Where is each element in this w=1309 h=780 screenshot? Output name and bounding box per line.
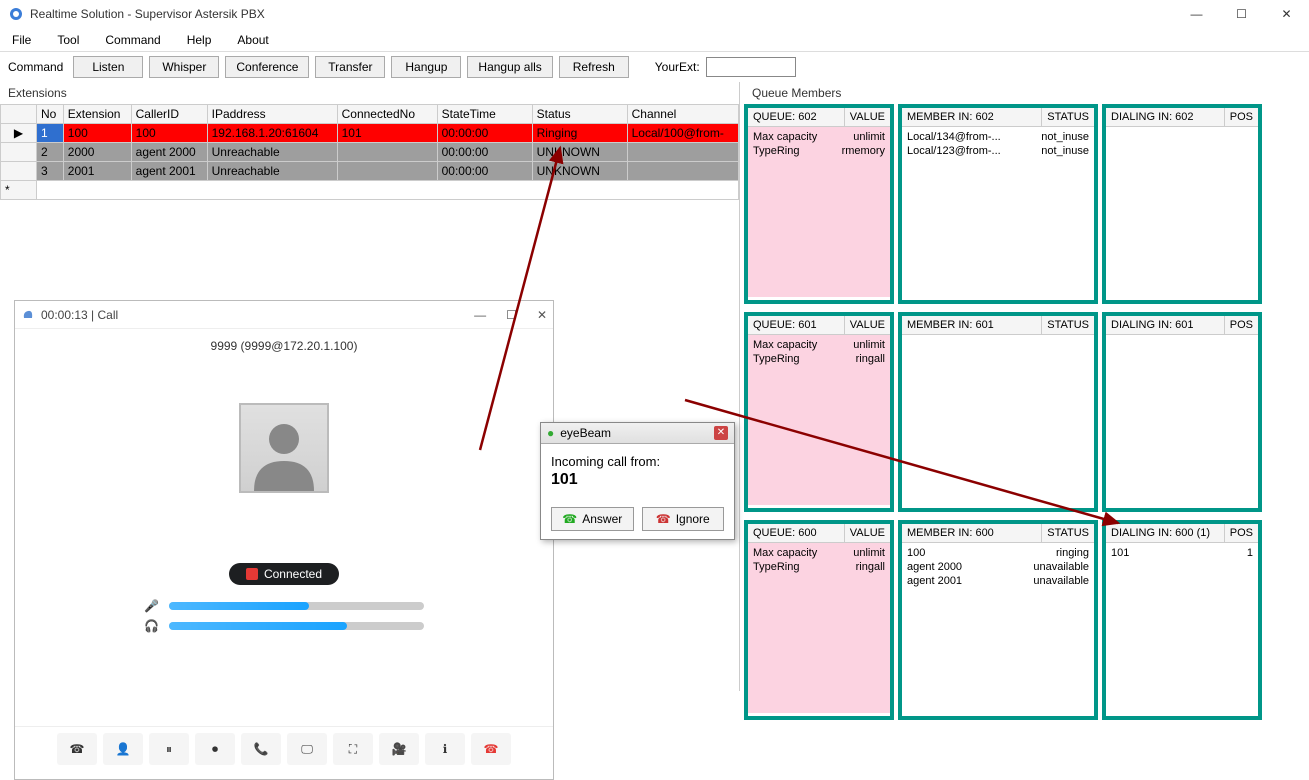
transfer-button[interactable]: Transfer [315,56,385,78]
ignore-button[interactable]: ☎Ignore [642,507,725,531]
queue-members-label: Queue Members [744,82,1305,104]
queue-panel: QUEUE: 601VALUEMax capacityunlimitTypeRi… [744,312,1305,512]
col-channel[interactable]: Channel [627,105,738,124]
dialpad-button[interactable]: ☎ [57,733,97,765]
screen-share-button[interactable]: 🖵 [287,733,327,765]
app-icon [8,6,24,22]
close-button[interactable]: ✕ [1264,0,1309,28]
col-callerid[interactable]: CallerID [131,105,207,124]
hangup-button[interactable]: Hangup [391,56,461,78]
record-button[interactable]: ⏺ [195,733,235,765]
lock-icon [246,568,258,580]
info-button[interactable]: ℹ [425,733,465,765]
connected-badge: Connected [229,563,339,585]
transfer-call-button[interactable]: 📞 [241,733,281,765]
mic-slider[interactable] [169,602,424,610]
speaker-slider[interactable] [169,622,424,630]
softphone-icon [21,308,35,322]
command-toolbar: Command Listen Whisper Conference Transf… [0,52,1309,82]
hangup-alls-button[interactable]: Hangup alls [467,56,552,78]
yourext-input[interactable] [706,57,796,77]
incoming-label: Incoming call from: [551,454,724,469]
menu-about[interactable]: About [233,31,272,49]
softphone-max-button[interactable]: ☐ [506,308,517,322]
table-row[interactable]: 32001agent 2001Unreachable00:00:00UNKNOW… [1,162,739,181]
answer-button[interactable]: ☎Answer [551,507,634,531]
mic-icon: 🎤 [144,599,159,613]
col-extension[interactable]: Extension [63,105,131,124]
softphone-title: 00:00:13 | Call [41,308,474,322]
queue-panel: QUEUE: 600VALUEMax capacityunlimitTypeRi… [744,520,1305,720]
menu-tool[interactable]: Tool [53,31,83,49]
speaker-icon: 🎧 [144,619,159,633]
avatar [239,403,329,493]
softphone-window: 00:00:13 | Call — ☐ ✕ 9999 (9999@172.20.… [14,300,554,780]
col-status[interactable]: Status [532,105,627,124]
queue-panel: QUEUE: 602VALUEMax capacityunlimitTypeRi… [744,104,1305,304]
listen-button[interactable]: Listen [73,56,143,78]
table-row[interactable]: ▶1100100192.168.1.20:6160410100:00:00Rin… [1,124,739,143]
eyebeam-title: eyeBeam [560,426,611,440]
yourext-label: YourExt: [655,60,700,74]
hangup-call-button[interactable]: ☎ [471,733,511,765]
titlebar: Realtime Solution - Supervisor Astersik … [0,0,1309,28]
add-contact-button[interactable]: 👤 [103,733,143,765]
ignore-icon: ☎ [656,512,671,526]
whisper-button[interactable]: Whisper [149,56,219,78]
eyebeam-popup: ● eyeBeam ✕ Incoming call from: 101 ☎Ans… [540,422,735,540]
menu-file[interactable]: File [8,31,35,49]
menu-command[interactable]: Command [101,31,164,49]
col-statetime[interactable]: StateTime [437,105,532,124]
minimize-button[interactable]: — [1174,0,1219,28]
refresh-button[interactable]: Refresh [559,56,629,78]
softphone-min-button[interactable]: — [474,308,486,322]
softphone-caller: 9999 (9999@172.20.1.100) [15,329,553,363]
pause-button[interactable]: ⏸ [149,733,189,765]
command-label: Command [8,60,63,74]
window-title: Realtime Solution - Supervisor Astersik … [30,7,1301,21]
eyebeam-close-button[interactable]: ✕ [714,426,728,440]
extensions-table[interactable]: No Extension CallerID IPaddress Connecte… [0,104,739,200]
softphone-close-button[interactable]: ✕ [537,308,547,322]
table-row[interactable]: 22000agent 2000Unreachable00:00:00UNKNOW… [1,143,739,162]
incoming-number: 101 [551,471,724,489]
eyebeam-icon: ● [547,426,554,440]
menu-help[interactable]: Help [183,31,216,49]
col-ip[interactable]: IPaddress [207,105,337,124]
video-button[interactable]: 🎥 [379,733,419,765]
extensions-label: Extensions [0,82,739,104]
maximize-button[interactable]: ☐ [1219,0,1264,28]
answer-icon: ☎ [562,512,577,526]
col-no[interactable]: No [37,105,64,124]
conference-button[interactable]: Conference [225,56,309,78]
softphone-toolbar: ☎ 👤 ⏸ ⏺ 📞 🖵 ⛶ 🎥 ℹ ☎ [15,726,553,771]
fullscreen-button[interactable]: ⛶ [333,733,373,765]
menubar: File Tool Command Help About [0,28,1309,52]
col-connected[interactable]: ConnectedNo [337,105,437,124]
